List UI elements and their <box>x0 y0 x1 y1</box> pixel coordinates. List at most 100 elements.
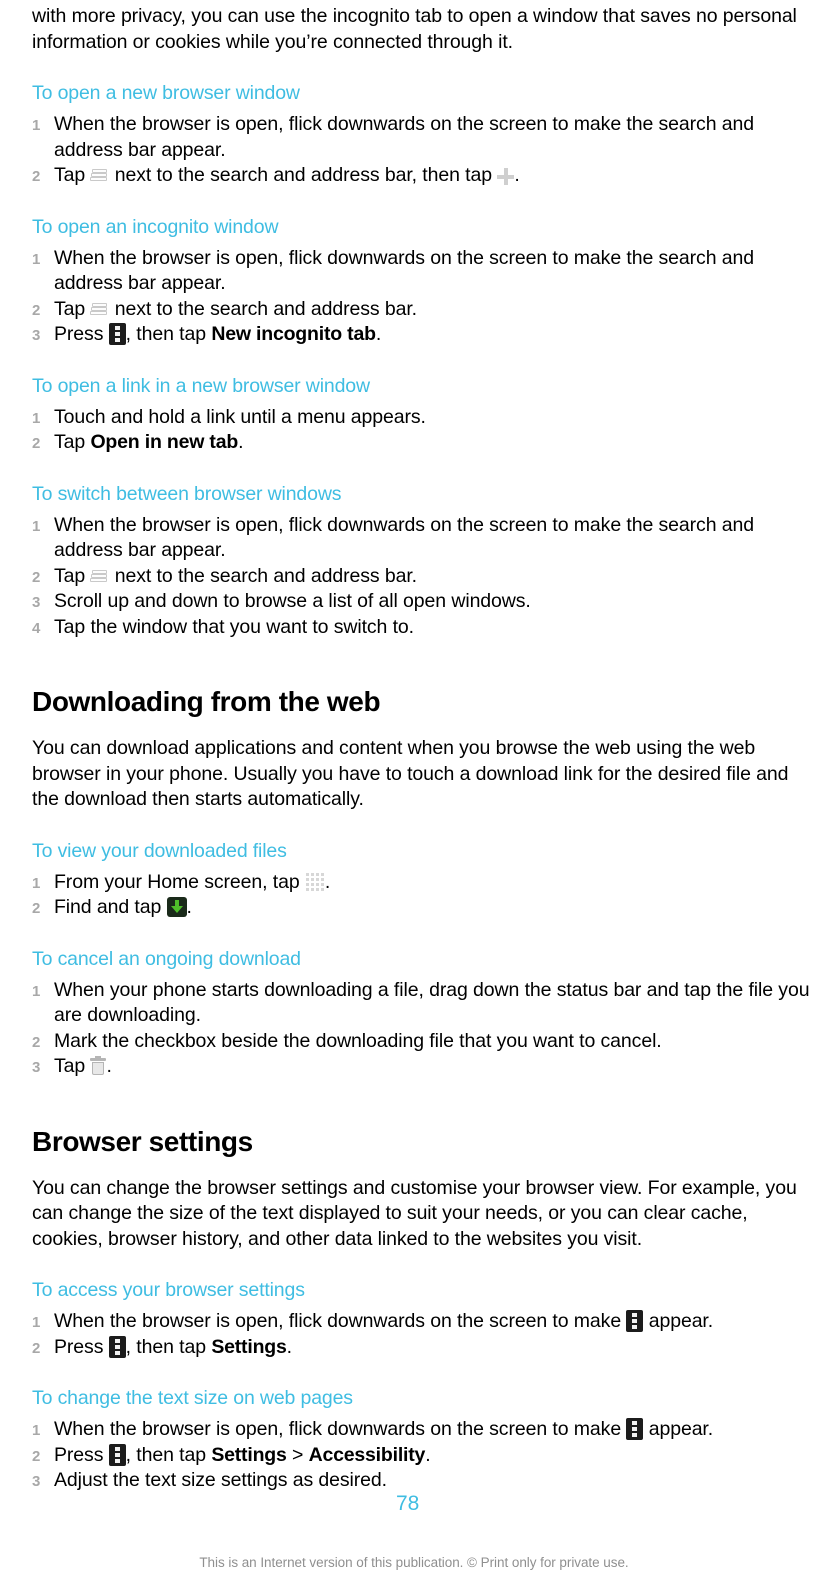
step-number: 2 <box>32 168 41 185</box>
steps-open-link-new-window: 1 Touch and hold a link until a menu app… <box>32 405 816 456</box>
step-number: 2 <box>32 435 41 452</box>
step-text-post: next to the search and address bar. <box>109 564 417 587</box>
browser-tabs-icon <box>90 168 109 184</box>
step-number: 2 <box>32 1033 41 1051</box>
steps-cancel-ongoing-download: 1 When your phone starts downloading a f… <box>32 978 816 1080</box>
menu-option-label: Open in new tab <box>90 431 239 453</box>
step-number: 1 <box>32 117 41 134</box>
chapter-heading-downloading-from-the-web: Downloading from the web <box>32 686 381 717</box>
step-text: When the browser is open, flick downward… <box>54 246 754 295</box>
step-text: Tap Open in new tab. <box>54 430 816 456</box>
menu-key-icon <box>626 1418 644 1440</box>
step-text: Touch and hold a link until a menu appea… <box>54 405 426 428</box>
step-text-pre: When the browser is open, flick downward… <box>54 1310 627 1332</box>
chapter-heading-browser-settings: Browser settings <box>32 1125 253 1157</box>
chapter-body-downloading: You can download applications and conten… <box>32 737 789 810</box>
step-text-pre: Find and tap <box>54 896 167 918</box>
step-text: When the browser is open, flick downward… <box>54 1417 816 1443</box>
step-text-mid: , then tap <box>125 1335 212 1358</box>
list-item: 2 Tap Open in new tab. <box>32 430 816 456</box>
step-text: When your phone starts downloading a fil… <box>54 978 810 1027</box>
step-text-post: . <box>186 896 192 918</box>
trash-bin-icon <box>90 1056 107 1076</box>
step-text-post: . <box>425 1443 431 1466</box>
intro-paragraph: with more privacy, you can use the incog… <box>32 5 797 53</box>
list-item: 1 When your phone starts downloading a f… <box>32 978 816 1029</box>
step-text-pre: When the browser is open, flick downward… <box>54 1418 627 1440</box>
browser-tabs-icon <box>90 569 109 585</box>
step-number: 2 <box>32 301 41 319</box>
step-number: 1 <box>32 250 41 268</box>
footer-copyright-note: This is an Internet version of this publ… <box>199 1555 629 1570</box>
step-text-post: appear. <box>643 1310 714 1332</box>
step-text-pre: Tap <box>54 564 91 587</box>
step-number: 1 <box>32 517 41 535</box>
section-heading-access-browser-settings: To access your browser settings <box>32 1279 305 1301</box>
step-text: When the browser is open, flick downward… <box>54 113 754 161</box>
section-heading-cancel-ongoing-download: To cancel an ongoing download <box>32 947 301 970</box>
list-item: 1 When the browser is open, flick downwa… <box>32 513 816 564</box>
step-text-pre: Tap <box>54 431 91 453</box>
step-text: When the browser is open, flick downward… <box>54 513 754 562</box>
step-text: Find and tap . <box>54 895 816 921</box>
step-text: Press , then tap New incognito tab. <box>54 322 816 348</box>
step-text-post: . <box>286 1335 292 1358</box>
list-item: 2 Tap next to the search and address bar… <box>32 297 816 323</box>
list-item: 4 Tap the window that you want to switch… <box>32 615 816 641</box>
step-text-pre: Press <box>54 1335 109 1358</box>
step-text-post: appear. <box>643 1418 714 1440</box>
step-number: 1 <box>32 1422 41 1439</box>
step-text-post: . <box>106 1055 112 1077</box>
step-number: 1 <box>32 409 41 427</box>
list-item: 3 Adjust the text size settings as desir… <box>32 1468 816 1494</box>
steps-view-downloaded-files: 1 From your Home screen, tap . 2 Find an… <box>32 870 816 921</box>
section-heading-view-downloaded-files: To view your downloaded files <box>32 839 287 862</box>
section-heading-open-new-browser-window: To open a new browser window <box>32 82 300 104</box>
list-item: 1 From your Home screen, tap . <box>32 870 816 896</box>
step-number: 2 <box>32 568 41 586</box>
menu-key-icon <box>626 1310 644 1332</box>
step-text-post: next to the search and address bar. <box>109 297 417 320</box>
section-heading-switch-browser-windows: To switch between browser windows <box>32 482 342 505</box>
steps-open-new-browser-window: 1 When the browser is open, flick downwa… <box>32 112 816 189</box>
step-number: 2 <box>32 900 41 917</box>
section-heading-open-incognito-window: To open an incognito window <box>32 215 279 238</box>
list-item: 1 Touch and hold a link until a menu app… <box>32 405 816 431</box>
steps-change-text-size: 1 When the browser is open, flick downwa… <box>32 1417 816 1494</box>
step-text-mid: , then tap <box>125 1443 212 1466</box>
steps-switch-browser-windows: 1 When the browser is open, flick downwa… <box>32 513 816 641</box>
step-text: Tap next to the search and address bar. <box>54 564 816 590</box>
manual-page: with more privacy, you can use the incog… <box>0 0 828 1590</box>
step-text-pre: Press <box>54 1443 109 1466</box>
step-text-pre: From your Home screen, tap <box>54 870 305 893</box>
step-text: Press , then tap Settings. <box>54 1335 816 1361</box>
chapter-body-browser-settings: You can change the browser settings and … <box>32 1176 797 1250</box>
step-text: When the browser is open, flick downward… <box>54 1309 816 1335</box>
list-item: 3 Press , then tap New incognito tab. <box>32 322 816 348</box>
plus-icon <box>497 168 515 185</box>
list-item: 2 Find and tap . <box>32 895 816 921</box>
step-number: 2 <box>32 1447 41 1465</box>
list-item: 3 Scroll up and down to browse a list of… <box>32 589 816 615</box>
list-item: 1 When the browser is open, flick downwa… <box>32 1417 816 1443</box>
step-number: 3 <box>32 594 41 611</box>
step-text-post: . <box>324 870 331 893</box>
menu-key-icon <box>108 323 126 345</box>
list-item: 1 When the browser is open, flick downwa… <box>32 112 816 163</box>
downloads-app-icon <box>166 897 187 917</box>
step-text: Tap the window that you want to switch t… <box>54 615 414 638</box>
step-text-pre: Tap <box>54 1055 91 1077</box>
list-item: 3 Tap . <box>32 1054 816 1080</box>
step-text: From your Home screen, tap . <box>54 870 816 896</box>
step-text: Tap next to the search and address bar, … <box>54 163 816 189</box>
step-text: Tap next to the search and address bar. <box>54 297 816 323</box>
step-number: 1 <box>32 874 41 892</box>
step-text-pre: Press <box>54 323 109 345</box>
step-number: 1 <box>32 982 41 1000</box>
step-text-post: . <box>375 323 382 345</box>
step-text-mid: , then tap <box>125 323 212 345</box>
steps-access-browser-settings: 1 When the browser is open, flick downwa… <box>32 1309 816 1360</box>
step-text: Mark the checkbox beside the downloading… <box>54 1029 662 1052</box>
step-text-post: . <box>238 431 244 453</box>
step-text: Scroll up and down to browse a list of a… <box>54 590 531 612</box>
